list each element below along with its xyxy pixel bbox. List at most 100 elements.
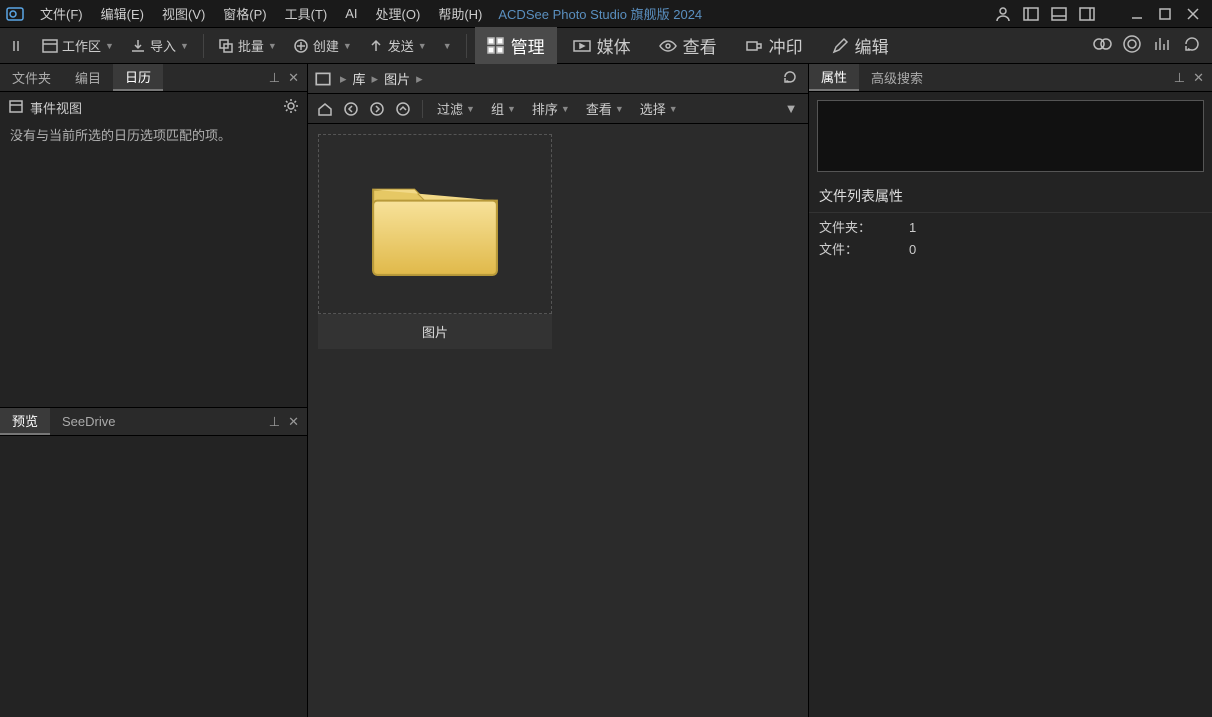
send-button[interactable]: 发送▼: [362, 32, 433, 59]
folder-icon: [318, 134, 552, 314]
menu-ai[interactable]: AI: [337, 4, 365, 23]
filter-dropdown[interactable]: 过滤▼: [431, 97, 481, 120]
menu-process[interactable]: 处理(O): [368, 2, 429, 25]
close-icon[interactable]: ✕: [288, 414, 299, 430]
breadcrumb-library[interactable]: 库: [349, 67, 370, 90]
tab-advanced-search[interactable]: 高级搜索: [859, 64, 935, 91]
tab-calendar[interactable]: 日历: [113, 64, 163, 91]
app-logo-icon: [6, 5, 24, 23]
view-dropdown[interactable]: 查看▼: [580, 97, 630, 120]
menu-edit[interactable]: 编辑(E): [93, 2, 152, 25]
toolbar-right-icons: [1092, 34, 1208, 57]
import-label: 导入: [150, 36, 176, 55]
menu-file[interactable]: 文件(F): [32, 2, 91, 25]
properties-section-title: 文件列表属性: [809, 180, 1212, 213]
mode-edit[interactable]: 编辑: [819, 27, 901, 64]
tab-seedrive[interactable]: SeeDrive: [50, 408, 127, 435]
tab-catalog[interactable]: 编目: [63, 64, 113, 91]
layout1-icon[interactable]: [1020, 3, 1042, 25]
gear-icon[interactable]: [283, 98, 299, 117]
mode-manage-label: 管理: [511, 33, 545, 58]
thumbnail-grid: 图片: [308, 124, 808, 717]
layout2-icon[interactable]: [1048, 3, 1070, 25]
menu-tools[interactable]: 工具(T): [277, 2, 336, 25]
app-title: ACDSee Photo Studio 旗舰版 2024: [498, 4, 702, 23]
sort-dropdown[interactable]: 排序▼: [526, 97, 576, 120]
pin-icon[interactable]: ⊥: [269, 70, 280, 86]
prop-val: 1: [909, 217, 916, 239]
dashboard-icon[interactable]: [1152, 34, 1172, 57]
breadcrumb-sep: ▸: [338, 71, 349, 87]
nav-up[interactable]: [392, 98, 414, 120]
folder-label: 图片: [318, 314, 552, 349]
calendar-empty-message: 没有与当前所选的日历选项匹配的项。: [0, 123, 307, 146]
pin-icon[interactable]: ⊥: [1174, 70, 1185, 86]
prop-row-folders: 文件夹： 1: [819, 217, 1202, 239]
properties-rows: 文件夹： 1 文件： 0: [809, 213, 1212, 265]
left-lower-tabs: 预览 SeeDrive ⊥ ✕: [0, 408, 307, 436]
import-button[interactable]: 导入▼: [124, 32, 195, 59]
main-toolbar: 工作区▼ 导入▼ 批量▼ 创建▼ 发送▼ ▼ 管理 媒体: [0, 28, 1212, 64]
mode-view[interactable]: 查看: [647, 27, 729, 64]
left-upper-tabs: 文件夹 编目 日历 ⊥ ✕: [0, 64, 307, 92]
send-label: 发送: [388, 36, 414, 55]
calendar-icon: [8, 98, 24, 117]
workspace-button[interactable]: 工作区▼: [36, 32, 120, 59]
window-close[interactable]: [1182, 3, 1204, 25]
refresh-icon[interactable]: [1182, 34, 1202, 57]
home-button[interactable]: [314, 98, 336, 120]
breadcrumb-pictures[interactable]: 图片: [380, 67, 414, 90]
preview-area: [0, 436, 307, 717]
toolbar-handle[interactable]: [4, 34, 32, 58]
window-maximize[interactable]: [1154, 3, 1176, 25]
mode-edit-label: 编辑: [855, 33, 889, 58]
mode-develop-label: 冲印: [769, 33, 803, 58]
close-icon[interactable]: ✕: [1193, 70, 1204, 86]
tab-preview[interactable]: 预览: [0, 408, 50, 435]
batch-label: 批量: [238, 36, 264, 55]
prop-row-files: 文件： 0: [819, 239, 1202, 261]
batch-button[interactable]: 批量▼: [212, 32, 283, 59]
prop-key: 文件夹：: [819, 217, 889, 239]
mode-manage[interactable]: 管理: [475, 27, 557, 64]
layout3-icon[interactable]: [1076, 3, 1098, 25]
select-dropdown[interactable]: 选择▼: [634, 97, 684, 120]
filter-bar: 过滤▼ 组▼ 排序▼ 查看▼ 选择▼ ▼: [308, 94, 808, 124]
properties-preview-box: [817, 100, 1204, 172]
filter-overflow[interactable]: ▼: [780, 98, 802, 120]
pin-icon[interactable]: ⊥: [269, 414, 280, 430]
nav-forward[interactable]: [366, 98, 388, 120]
right-tabs: 属性 高级搜索 ⊥ ✕: [809, 64, 1212, 92]
menu-panes[interactable]: 窗格(P): [215, 2, 274, 25]
mode-view-label: 查看: [683, 33, 717, 58]
workspace-label: 工作区: [62, 36, 101, 55]
mode-develop[interactable]: 冲印: [733, 27, 815, 64]
nav-back[interactable]: [340, 98, 362, 120]
create-label: 创建: [313, 36, 339, 55]
mode-media-label: 媒体: [597, 33, 631, 58]
menu-help[interactable]: 帮助(H): [430, 2, 490, 25]
prop-val: 0: [909, 239, 916, 261]
prop-key: 文件：: [819, 239, 889, 261]
location-icon[interactable]: [314, 70, 332, 88]
folder-item[interactable]: 图片: [318, 134, 552, 349]
close-icon[interactable]: ✕: [288, 70, 299, 86]
sync365-icon[interactable]: [1122, 34, 1142, 57]
refresh-button[interactable]: [782, 69, 802, 88]
group-dropdown[interactable]: 组▼: [485, 97, 522, 120]
tab-properties[interactable]: 属性: [809, 64, 859, 91]
event-view-label: 事件视图: [30, 98, 82, 117]
tab-folders[interactable]: 文件夹: [0, 64, 63, 91]
menu-bar: 文件(F) 编辑(E) 视图(V) 窗格(P) 工具(T) AI 处理(O) 帮…: [0, 0, 1212, 28]
account-icon[interactable]: [992, 3, 1014, 25]
people-icon[interactable]: [1092, 34, 1112, 57]
breadcrumb-sep: ▸: [370, 71, 381, 87]
event-view-header: 事件视图: [0, 92, 307, 123]
breadcrumb-sep: ▸: [414, 71, 425, 87]
breadcrumb-bar: ▸ 库 ▸ 图片 ▸: [308, 64, 808, 94]
menu-view[interactable]: 视图(V): [154, 2, 213, 25]
toolbar-overflow[interactable]: ▼: [437, 37, 458, 55]
create-button[interactable]: 创建▼: [287, 32, 358, 59]
mode-media[interactable]: 媒体: [561, 27, 643, 64]
window-minimize[interactable]: [1126, 3, 1148, 25]
